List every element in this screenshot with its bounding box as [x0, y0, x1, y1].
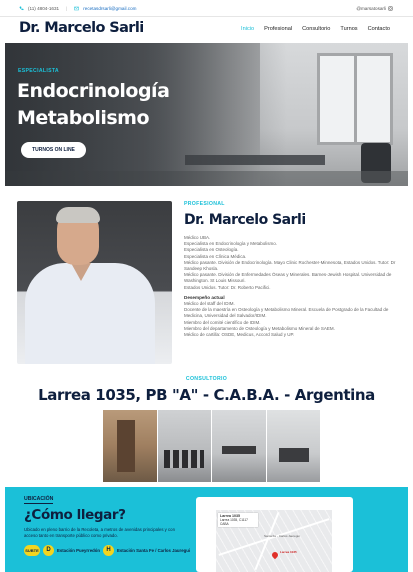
- current-role-item: Docente de la maestría en Osteología y M…: [184, 307, 389, 319]
- hero-title-line1: Endocrinología: [17, 80, 170, 102]
- credential-item: Estados Unidos. Tutor: Dr. Roberto Pacif…: [184, 284, 271, 290]
- photo-shirt: [25, 263, 155, 364]
- gallery-image-waiting-room[interactable]: [157, 410, 211, 482]
- profile-name: Dr. Marcelo Sarli: [184, 212, 306, 228]
- subway-line-h-icon: H: [102, 545, 114, 556]
- gallery-image-entrance[interactable]: [103, 410, 157, 482]
- site-header: Dr. Marcelo Sarli Inicio Profesional Con…: [0, 17, 413, 43]
- doctor-photo: [17, 201, 172, 364]
- top-bar: (11) 4804-1631 | recetasdrsarli@gmail.co…: [0, 0, 413, 17]
- map-pin-label: Larrea 1035: [280, 550, 297, 554]
- location-description: Ubicado en pleno barrio de la Recoleta, …: [24, 527, 175, 538]
- hero-kicker: ESPECIALISTA: [18, 68, 59, 74]
- profile-section: PROFESIONAL Dr. Marcelo Sarli Médico UBA…: [184, 201, 404, 338]
- nav-item-contacto[interactable]: Contacto: [368, 26, 390, 32]
- social: @marsatosarli: [356, 6, 393, 11]
- phone-number[interactable]: (11) 4804-1631: [28, 6, 59, 11]
- subte-logo-icon: SUBTE: [24, 545, 40, 556]
- credentials-list: Médico UBA. Especialista en Endocrinolog…: [184, 235, 404, 291]
- mail-icon: [74, 6, 80, 11]
- map-info-address: Larrea 1035, C1117 CABA: [220, 518, 248, 526]
- main-nav: Inicio Profesional Consultorio Turnos Co…: [241, 26, 390, 32]
- map-station-label: Santa Fe - Carlos Jauregui: [264, 534, 300, 538]
- hero-title-line2: Metabolismo: [17, 107, 150, 129]
- current-role-item: Médico de cartilla: OSDE, Medicus, Accor…: [184, 332, 295, 338]
- phone-icon: [19, 6, 24, 11]
- nav-item-inicio[interactable]: Inicio: [241, 26, 254, 32]
- nav-item-turnos[interactable]: Turnos: [340, 26, 357, 32]
- station-santa-fe: Estación Santa Fe / Carlos Jauregui: [116, 548, 191, 553]
- map-info-box: Larrea 1035 Larrea 1035, C1117 CABA: [218, 513, 258, 527]
- nav-item-consultorio[interactable]: Consultorio: [302, 26, 330, 32]
- current-roles-list: Médico del staff del IDIM. Docente de la…: [184, 301, 404, 338]
- subway-stations: SUBTE D Estación Pueyrredón H Estación S…: [24, 545, 190, 556]
- embedded-map[interactable]: Larrea 1035 Larrea 1035, C1117 CABA Sant…: [216, 510, 332, 572]
- hero-banner: ESPECIALISTA Endocrinología Metabolismo …: [5, 43, 408, 186]
- map-card: Larrea 1035 Larrea 1035, C1117 CABA Sant…: [196, 497, 353, 572]
- office-address: Larrea 1035, PB "A" - C.A.B.A. - Argenti…: [38, 386, 375, 404]
- photo-hair: [56, 207, 100, 223]
- credential-item: Médico pasante. División de Enfermedades…: [184, 272, 392, 284]
- separator: |: [66, 6, 68, 11]
- instagram-handle[interactable]: @marsatosarli: [356, 6, 386, 11]
- gallery-image-office-desk[interactable]: [212, 410, 266, 482]
- email-link[interactable]: recetasdrsarli@gmail.com: [83, 6, 136, 11]
- instagram-icon[interactable]: [388, 6, 393, 11]
- turnos-online-button[interactable]: TURNOS ON LINE: [21, 142, 86, 158]
- credential-item: Médico pasante. División de Endocrinolog…: [184, 259, 396, 272]
- consultorio-kicker: CONSULTORIO: [185, 376, 228, 382]
- gallery-image-office[interactable]: [266, 410, 320, 482]
- station-pueyrredon: Estación Pueyrredón: [57, 548, 100, 553]
- subway-line-d-icon: D: [43, 545, 54, 556]
- map-pin-icon[interactable]: [270, 550, 280, 560]
- contact-info: (11) 4804-1631 | recetasdrsarli@gmail.co…: [19, 6, 136, 11]
- profile-kicker: PROFESIONAL: [184, 201, 225, 207]
- office-gallery: [103, 410, 320, 482]
- location-title: ¿Cómo llegar?: [24, 507, 126, 523]
- hero-title: Endocrinología Metabolismo: [17, 78, 170, 132]
- nav-item-profesional[interactable]: Profesional: [264, 26, 292, 32]
- site-logo[interactable]: Dr. Marcelo Sarli: [19, 20, 144, 36]
- location-kicker: UBICACIÓN: [24, 496, 54, 504]
